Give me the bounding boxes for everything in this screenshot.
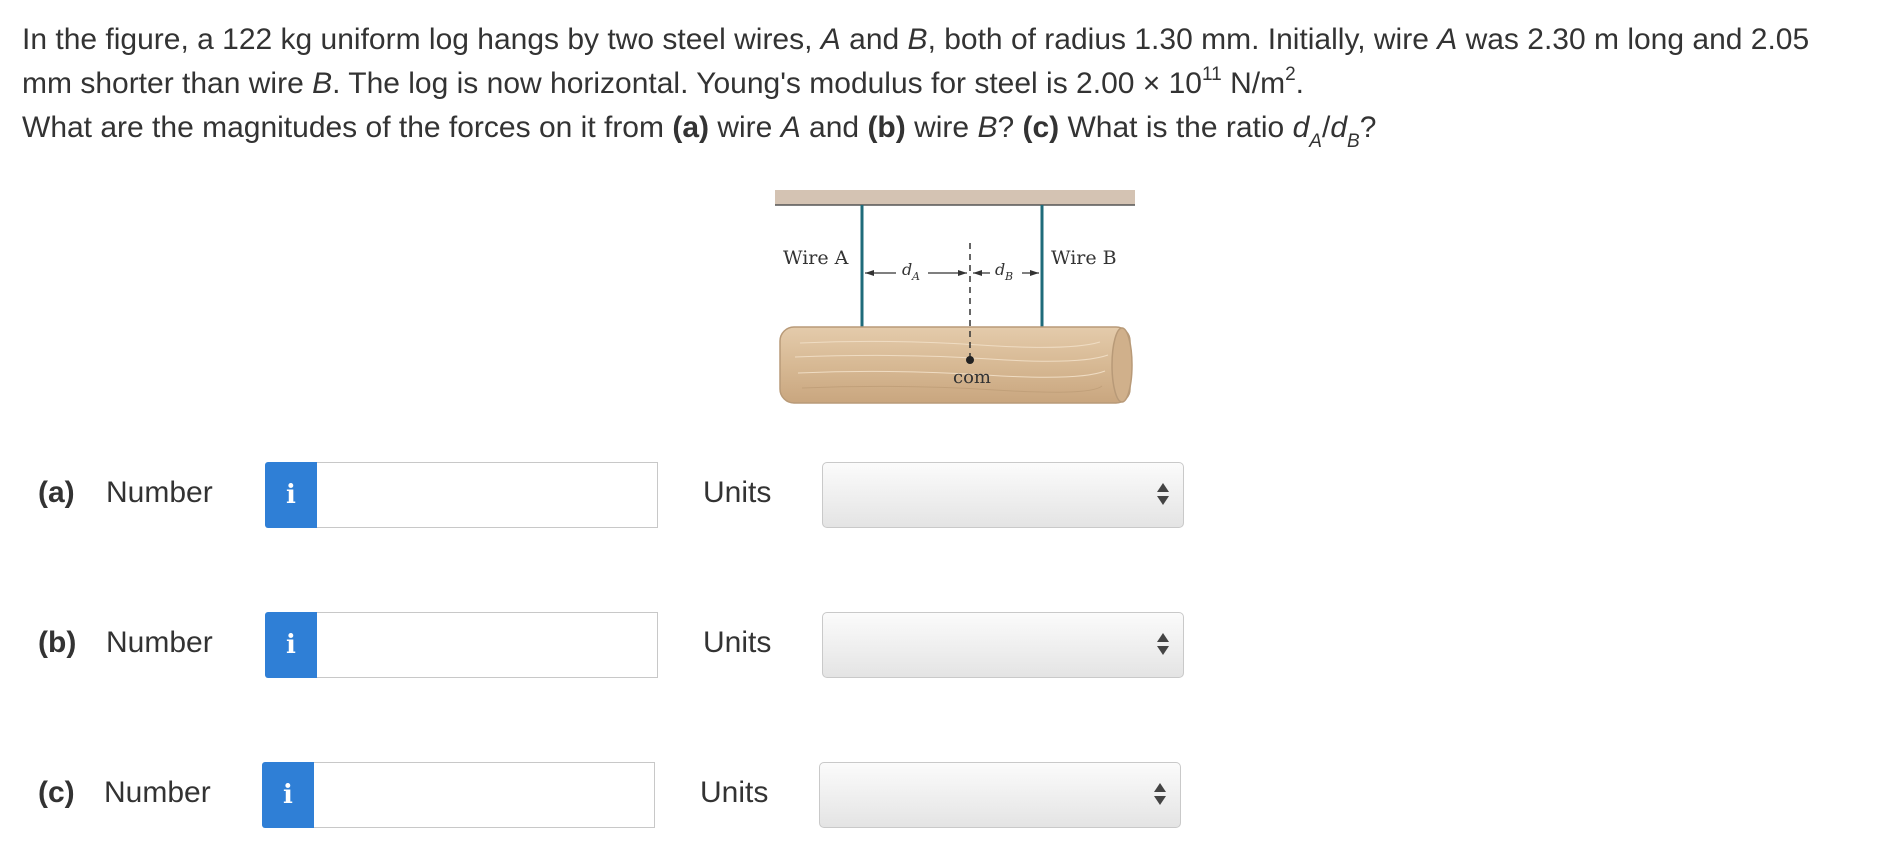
answer-row-a: (a) Number i Units [0, 462, 1880, 528]
units-label: Units [703, 626, 772, 659]
log-wires-figure: Wire A Wire B com d A d B [770, 185, 1140, 415]
units-label: Units [703, 476, 772, 509]
wire-b-label: Wire B [1051, 247, 1117, 269]
svg-text:d: d [902, 260, 912, 279]
select-arrows-icon [1157, 633, 1169, 657]
part-label: (c) [38, 776, 75, 809]
select-arrows-icon [1157, 483, 1169, 507]
units-select[interactable] [822, 462, 1184, 528]
units-select[interactable] [819, 762, 1181, 828]
info-icon[interactable]: i [265, 462, 317, 528]
question-text: In the figure, a 122 kg uniform log hang… [22, 18, 1862, 152]
log [779, 326, 1133, 404]
number-label: Number [106, 626, 213, 659]
number-label: Number [104, 776, 211, 809]
svg-text:B: B [1004, 270, 1013, 283]
select-arrows-icon [1154, 783, 1166, 807]
da-dimension: d A [865, 260, 967, 283]
question-paragraph-2: What are the magnitudes of the forces on… [22, 111, 1377, 152]
com-label: com [953, 367, 991, 388]
part-label: (b) [38, 626, 77, 659]
wire-a-label: Wire A [783, 247, 849, 269]
number-label: Number [106, 476, 213, 509]
question-paragraph-1: In the figure, a 122 kg uniform log hang… [22, 23, 1810, 100]
db-dimension: d B [973, 260, 1039, 283]
info-icon[interactable]: i [265, 612, 317, 678]
svg-text:d: d [995, 260, 1005, 279]
info-icon[interactable]: i [262, 762, 314, 828]
ceiling [775, 190, 1135, 205]
units-label: Units [700, 776, 769, 809]
answer-row-b: (b) Number i Units [0, 612, 1880, 678]
svg-text:A: A [911, 270, 920, 283]
number-input[interactable] [317, 612, 658, 678]
part-label: (a) [38, 476, 75, 509]
number-input[interactable] [314, 762, 655, 828]
com-dot [966, 356, 974, 364]
number-input[interactable] [317, 462, 658, 528]
answer-row-c: (c) Number i Units [0, 762, 1880, 828]
units-select[interactable] [822, 612, 1184, 678]
